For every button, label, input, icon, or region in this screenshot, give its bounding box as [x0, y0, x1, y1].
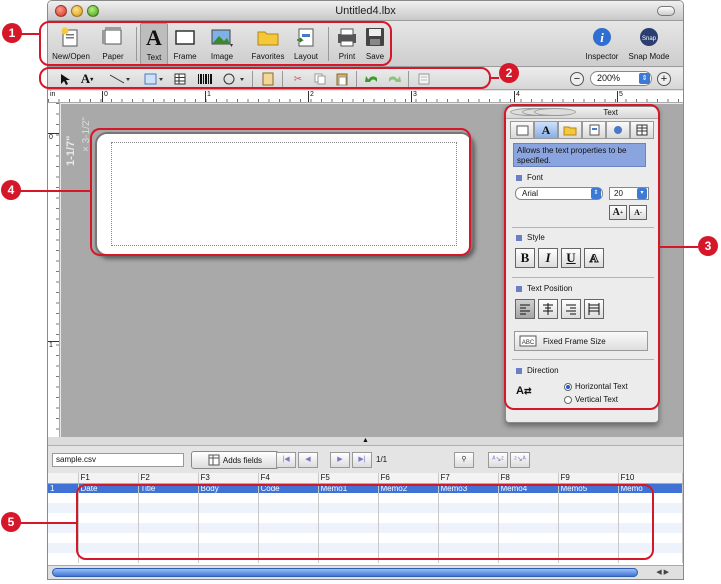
- ruler-tick: 2: [310, 91, 314, 98]
- next-record-button[interactable]: ▶: [330, 452, 350, 468]
- sort-ascending-button[interactable]: ᴬ↘ᶻ: [488, 452, 508, 468]
- search-icon: ⚲: [461, 456, 467, 463]
- callout-number: 5: [1, 512, 21, 532]
- ruler-unit: in: [50, 91, 56, 98]
- callout-box-inspector: [504, 104, 660, 410]
- ruler-tick: 1: [49, 342, 53, 349]
- adds-fields-label: Adds fields: [222, 455, 263, 465]
- ruler-tick: 1: [207, 91, 211, 98]
- callout-box-layout-area: [90, 128, 471, 256]
- database-toolbar: sample.csv Adds fields |◀ ◀ ▶ ▶| 1/1 ⚲ ᴬ…: [48, 445, 683, 473]
- scroll-arrows[interactable]: ◀ ▶: [656, 568, 669, 576]
- grid-header-row: F1 F2 F3 F4 F5 F6 F7 F8 F9 F10: [48, 473, 683, 484]
- column-header[interactable]: F5: [318, 473, 379, 484]
- snap-mode-button[interactable]: Snap Snap Mode: [626, 23, 672, 65]
- column-header[interactable]: [48, 473, 79, 484]
- record-counter: 1/1: [376, 455, 388, 464]
- toolbar-toggle-button[interactable]: [657, 6, 675, 16]
- callout-box-draw-toolbar: [39, 67, 491, 89]
- minus-icon: −: [573, 73, 581, 85]
- callout-box-toolbar: [39, 21, 392, 66]
- ruler-tick: 0: [104, 91, 108, 98]
- inspector-button[interactable]: i Inspector: [582, 23, 622, 65]
- triangle-up-icon: ▲: [362, 437, 369, 444]
- callout-number: 1: [2, 23, 22, 43]
- last-record-button[interactable]: ▶|: [352, 452, 372, 468]
- window-title: Untitled4.lbx: [335, 5, 396, 17]
- updown-arrow-icon: ⇕: [639, 73, 650, 84]
- zoom-in-button[interactable]: +: [657, 72, 671, 86]
- adds-fields-button[interactable]: Adds fields: [191, 451, 279, 469]
- column-header[interactable]: F8: [498, 473, 559, 484]
- table-cell[interactable]: 1: [48, 483, 79, 493]
- ruler-tick: 0: [49, 134, 53, 141]
- database-file-field[interactable]: sample.csv: [52, 453, 184, 467]
- ruler-tick: 3: [413, 91, 417, 98]
- zoom-select[interactable]: 200% ⇕: [590, 71, 652, 86]
- plus-icon: +: [660, 73, 668, 85]
- previous-record-button[interactable]: ◀: [298, 452, 318, 468]
- svg-text:Snap: Snap: [642, 36, 657, 42]
- callout-box-database: [76, 484, 654, 560]
- column-header[interactable]: F7: [438, 473, 499, 484]
- horizontal-scrollbar[interactable]: ◀ ▶: [48, 565, 683, 579]
- first-record-button[interactable]: |◀: [276, 452, 296, 468]
- snap-icon: Snap: [637, 25, 661, 49]
- callout-leader: [20, 522, 76, 524]
- split-handle[interactable]: ▲: [48, 437, 683, 445]
- callout-leader: [491, 77, 499, 79]
- sort-descending-icon: ᶻ↘ᴬ: [514, 456, 526, 463]
- sort-ascending-icon: ᴬ↘ᶻ: [492, 456, 504, 463]
- column-header[interactable]: F9: [558, 473, 619, 484]
- ruler-tick: 4: [516, 91, 520, 98]
- callout-leader: [660, 246, 698, 248]
- callout-number: 2: [499, 63, 519, 83]
- column-header[interactable]: F6: [378, 473, 439, 484]
- callout-number: 3: [698, 236, 718, 256]
- vertical-ruler: 0 1: [48, 103, 60, 437]
- snap-mode-label: Snap Mode: [628, 52, 670, 61]
- zoom-out-button[interactable]: −: [570, 72, 584, 86]
- column-header[interactable]: F1: [78, 473, 139, 484]
- inspector-label: Inspector: [585, 52, 619, 61]
- svg-text:i: i: [600, 30, 604, 45]
- horizontal-ruler: in 0 1 2 3 4 5: [48, 91, 683, 103]
- add-field-icon: [208, 454, 220, 466]
- ruler-tick: 5: [619, 91, 623, 98]
- callout-leader: [20, 190, 90, 192]
- column-header[interactable]: F10: [618, 473, 683, 484]
- search-button[interactable]: ⚲: [454, 452, 474, 468]
- info-icon: i: [590, 25, 614, 49]
- zoom-value: 200%: [597, 73, 621, 83]
- sort-descending-button[interactable]: ᶻ↘ᴬ: [510, 452, 530, 468]
- callout-number: 4: [1, 180, 21, 200]
- callout-leader: [21, 33, 39, 35]
- scrollbar-thumb[interactable]: [52, 568, 638, 577]
- column-header[interactable]: F4: [258, 473, 319, 484]
- column-header[interactable]: F2: [138, 473, 199, 484]
- column-header[interactable]: F3: [198, 473, 259, 484]
- title-bar: Untitled4.lbx: [48, 1, 683, 21]
